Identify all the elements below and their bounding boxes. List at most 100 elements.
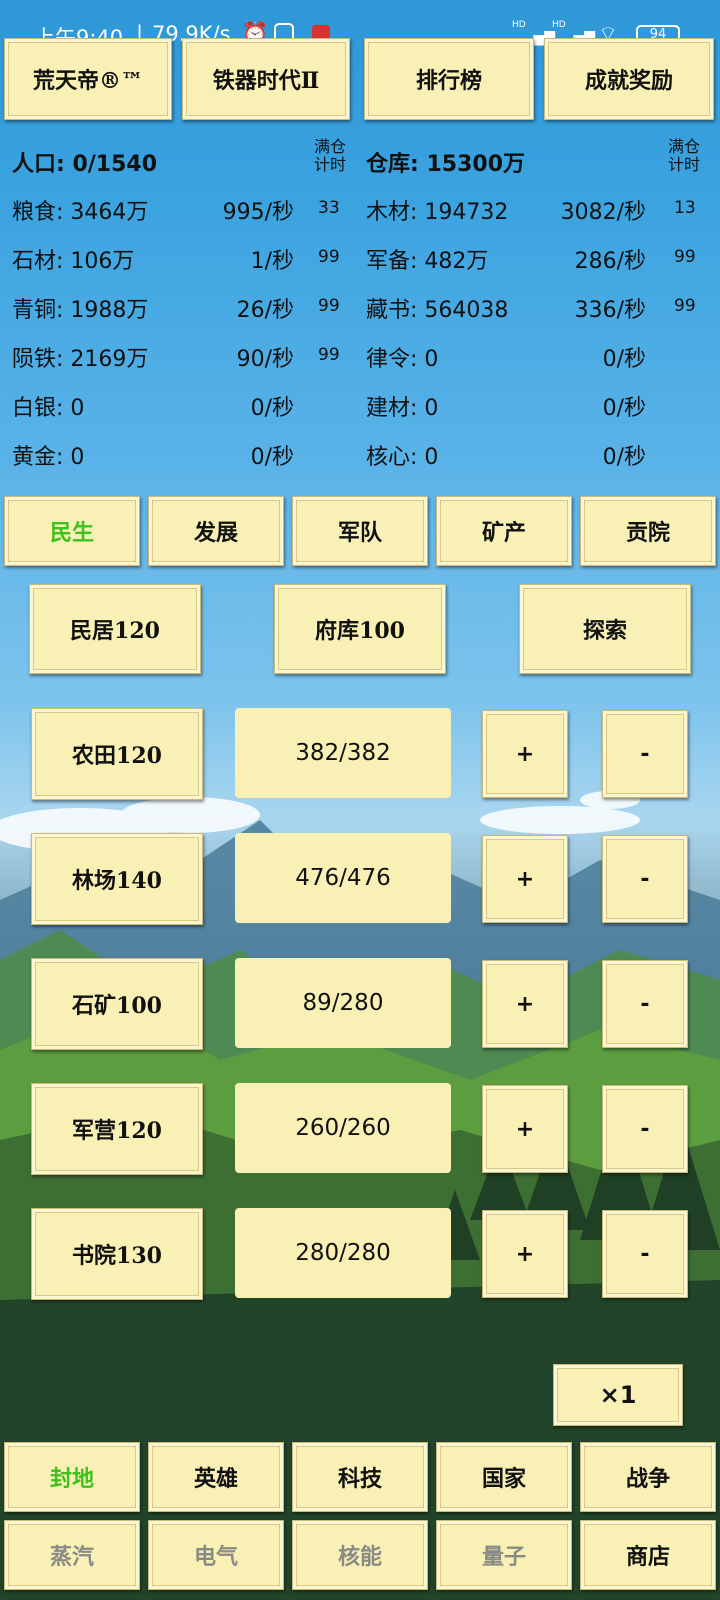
resource-books-timer: 99 [674,296,696,316]
building-stone-mine-label: 石矿100 [72,993,162,1019]
nav-nuclear[interactable]: 核能 [292,1520,428,1590]
forest-plus-button[interactable]: + [482,835,568,923]
resource-armament-timer: 99 [674,247,696,267]
nav-electric[interactable]: 电气 [148,1520,284,1590]
resource-wood-timer: 13 [674,198,696,218]
category-tab-development-label: 发展 [193,521,238,546]
resource-gold: 黄金: 0 [12,445,85,470]
resource-silver-rate: 0/秒 [250,396,294,421]
population-stat: 人口: 0/1540 [12,152,158,177]
stone-mine-plus-button[interactable]: + [482,960,568,1048]
farmland-plus-button[interactable]: + [482,710,568,798]
resource-stone-timer: 99 [318,247,340,267]
resource-meteoric-iron: 陨铁: 2169万 [12,347,149,372]
top-tab-achievements-label: 成就奖励 [584,68,673,94]
resource-bronze: 青铜: 1988万 [12,298,149,323]
category-tab-livelihood[interactable]: 民生 [4,496,140,566]
resource-stone-rate: 1/秒 [250,249,294,274]
resource-meteoric-iron-timer: 99 [318,345,340,365]
nav-technology[interactable]: 科技 [292,1442,428,1512]
stone-mine-worker-count: 89/280 [235,958,451,1048]
barracks-worker-count: 260/260 [235,1083,451,1173]
category-tab-army-label: 军队 [337,521,382,546]
forest-minus-button[interactable]: - [602,835,688,923]
stone-mine-minus-button[interactable]: - [602,960,688,1048]
top-tab-ranking[interactable]: 排行榜 [364,38,534,120]
resource-bronze-rate: 26/秒 [236,298,294,323]
academy-worker-count: 280/280 [235,1208,451,1298]
nav-war-label: 战争 [625,1467,670,1492]
speed-multiplier-button[interactable]: ×1 [553,1364,683,1426]
nav-steam[interactable]: 蒸汽 [4,1520,140,1590]
nav-fief-label: 封地 [49,1467,94,1492]
resource-silver: 白银: 0 [12,396,85,421]
forest-worker-count: 476/476 [235,833,451,923]
nav-steam-label: 蒸汽 [49,1545,94,1570]
resource-armament: 军备: 482万 [366,249,489,274]
signal-hd-1: HD [512,20,526,30]
resource-books: 藏书: 564038 [366,298,509,323]
resource-decree-rate: 0/秒 [602,347,646,372]
nav-fief[interactable]: 封地 [4,1442,140,1512]
barracks-minus-button[interactable]: - [602,1085,688,1173]
barracks-plus-button[interactable]: + [482,1085,568,1173]
full-timer-label-right: 满仓 计时 [667,137,700,174]
top-tab-era[interactable]: 铁器时代Ⅱ [182,38,350,120]
category-tab-academy[interactable]: 贡院 [580,496,716,566]
top-tab-achievements[interactable]: 成就奖励 [544,38,714,120]
top-tab-hero-label: 荒天帝®™ [32,68,143,94]
nav-technology-label: 科技 [337,1467,382,1492]
nav-nation[interactable]: 国家 [436,1442,572,1512]
nav-shop-label: 商店 [625,1545,670,1570]
build-residence-button[interactable]: 民居120 [29,584,201,674]
category-tab-minerals-label: 矿产 [481,521,526,546]
academy-minus-button[interactable]: - [602,1210,688,1298]
build-treasury-label: 府库100 [315,618,405,644]
build-residence-label: 民居120 [70,618,160,644]
resource-meteoric-iron-rate: 90/秒 [236,347,294,372]
building-farmland[interactable]: 农田120 [31,708,203,800]
build-treasury-button[interactable]: 府库100 [274,584,446,674]
top-tab-ranking-label: 排行榜 [415,68,482,94]
nav-heroes[interactable]: 英雄 [148,1442,284,1512]
top-tab-era-label: 铁器时代Ⅱ [212,68,320,94]
resource-books-rate: 336/秒 [574,298,646,323]
nav-quantum[interactable]: 量子 [436,1520,572,1590]
resource-grain-rate: 995/秒 [222,200,294,225]
building-barracks-label: 军营120 [72,1118,162,1144]
building-academy-label: 书院130 [72,1243,162,1269]
resource-grain: 粮食: 3464万 [12,200,149,225]
category-tab-livelihood-label: 民生 [49,521,94,546]
building-stone-mine[interactable]: 石矿100 [31,958,203,1050]
resource-building-material-rate: 0/秒 [602,396,646,421]
academy-plus-button[interactable]: + [482,1210,568,1298]
full-timer-label-left: 满仓 计时 [313,137,346,174]
nav-nuclear-label: 核能 [337,1545,382,1570]
building-forest[interactable]: 林场140 [31,833,203,925]
resource-bronze-timer: 99 [318,296,340,316]
nav-heroes-label: 英雄 [193,1467,238,1492]
resource-grain-timer: 33 [318,198,340,218]
nav-shop[interactable]: 商店 [580,1520,716,1590]
category-tab-minerals[interactable]: 矿产 [436,496,572,566]
nav-war[interactable]: 战争 [580,1442,716,1512]
category-tab-development[interactable]: 发展 [148,496,284,566]
top-tab-hero[interactable]: 荒天帝®™ [4,38,172,120]
resource-core: 核心: 0 [366,445,439,470]
farmland-minus-button[interactable]: - [602,710,688,798]
resource-building-material: 建材: 0 [366,396,439,421]
explore-label: 探索 [582,618,627,644]
warehouse-stat: 仓库: 15300万 [366,152,525,177]
building-academy[interactable]: 书院130 [31,1208,203,1300]
resource-wood-rate: 3082/秒 [560,200,646,225]
building-farmland-label: 农田120 [72,743,162,769]
resource-decree: 律令: 0 [366,347,439,372]
resource-wood: 木材: 194732 [366,200,509,225]
category-tab-army[interactable]: 军队 [292,496,428,566]
nav-quantum-label: 量子 [481,1545,526,1570]
signal-hd-2: HD [552,20,566,30]
resource-stone: 石材: 106万 [12,249,135,274]
background-landscape [0,791,720,1600]
building-barracks[interactable]: 军营120 [31,1083,203,1175]
explore-button[interactable]: 探索 [519,584,691,674]
